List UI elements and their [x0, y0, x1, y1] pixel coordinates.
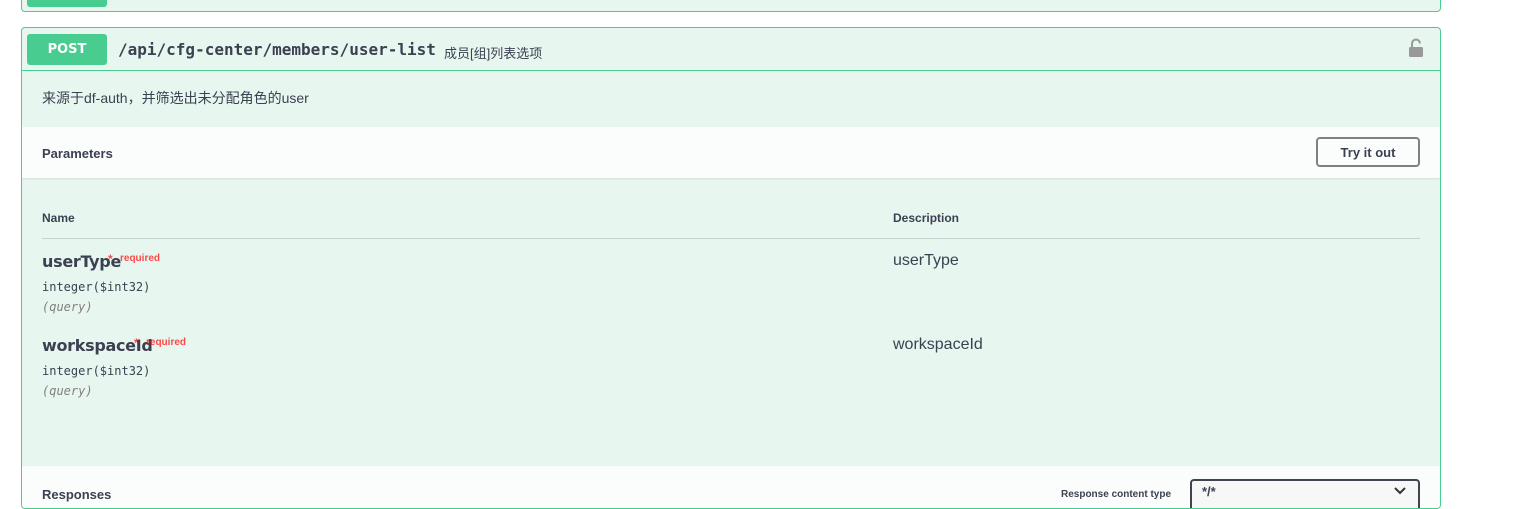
endpoint-path: /api/cfg-center/members/user-list — [118, 40, 436, 59]
response-content-type-value: */* — [1202, 484, 1216, 499]
column-header-name: Name — [42, 211, 75, 225]
parameter-type: integer($int32) — [42, 280, 151, 294]
try-it-out-button[interactable]: Try it out — [1316, 137, 1420, 167]
required-label: required — [146, 337, 187, 348]
operation-description: 来源于df-auth，并筛选出未分配角色的user — [42, 90, 309, 106]
parameter-location: (query) — [42, 384, 93, 398]
chevron-down-icon — [1394, 487, 1406, 495]
previous-operation-block[interactable] — [21, 0, 1441, 12]
column-header-description: Description — [893, 211, 960, 225]
parameter-location: (query) — [42, 300, 93, 314]
operation-summary[interactable]: POST /api/cfg-center/members/user-list 成… — [22, 28, 1440, 71]
required-star: * — [108, 252, 113, 266]
responses-header: Responses Response content type */* — [22, 466, 1440, 508]
lock-icon[interactable] — [1408, 38, 1424, 58]
parameters-title: Parameters — [42, 146, 113, 161]
operation-block: POST /api/cfg-center/members/user-list 成… — [21, 27, 1441, 509]
operation-summary-text: 成员[组]列表选项 — [444, 46, 543, 61]
required-label: required — [120, 253, 161, 264]
parameter-type: integer($int32) — [42, 364, 151, 378]
parameter-description: workspaceId — [893, 336, 983, 353]
parameter-description: userType — [893, 252, 959, 269]
required-star: * — [134, 336, 139, 350]
previous-method-badge — [27, 0, 107, 7]
response-content-type-select[interactable]: */* — [1190, 479, 1420, 508]
table-divider — [42, 238, 1420, 239]
method-badge: POST — [27, 34, 107, 65]
parameters-header: Parameters Try it out — [22, 127, 1440, 178]
